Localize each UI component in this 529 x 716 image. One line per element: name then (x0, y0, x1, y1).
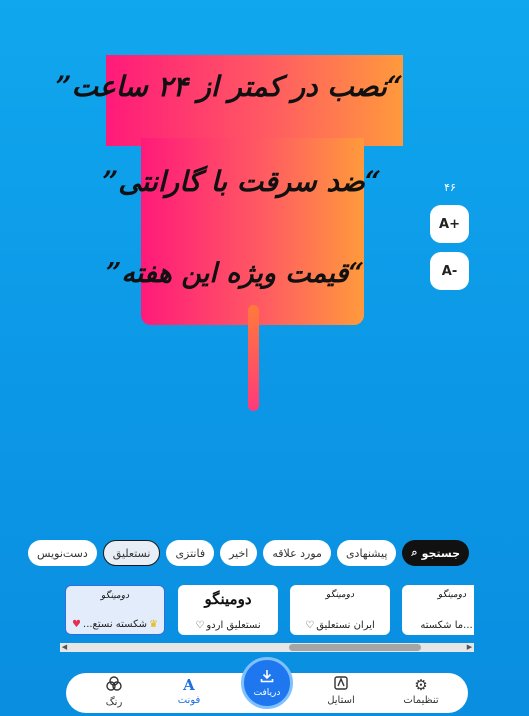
font-card-name: ...ما شکسته (420, 620, 473, 631)
font-card[interactable]: دومینگو ایران نستعلیق ♡ (290, 585, 390, 635)
font-card-sample: دومینگو (437, 590, 467, 600)
nav-style-label: استایل (327, 695, 355, 706)
font-card-sample: دومینگو (100, 591, 130, 601)
style-icon (334, 676, 348, 694)
decrease-size-button[interactable]: A- (430, 252, 469, 290)
category-chips: ⌕ جستجو پیشنهادی مورد علاقه اخیر فانتزی … (28, 540, 469, 566)
scroll-left-arrow-icon[interactable]: ◀ (60, 643, 69, 652)
scroll-thumb[interactable] (289, 644, 421, 651)
font-card-name-row: ♛ شکسته نستع... ♥ (70, 619, 160, 630)
search-icon: ⌕ (411, 546, 418, 559)
chip-recent[interactable]: اخیر (220, 540, 258, 566)
font-card[interactable]: دومینگو ♛ شکسته نستع... ♥ (65, 585, 165, 635)
preview-line-2[interactable]: “ضد سرقت با گارانتی” (102, 165, 381, 198)
chip-suggested[interactable]: پیشنهادی (336, 540, 397, 566)
preview-line-3[interactable]: “قیمت ویژه این هفته” (106, 258, 364, 289)
nav-font[interactable]: A فونت (159, 676, 219, 712)
preview-line-1[interactable]: “نصب در کمتر از ۲۴ ساعت” (56, 70, 404, 103)
heart-filled-icon[interactable]: ♥ (72, 619, 81, 630)
chip-nastaliq[interactable]: نستعلیق (102, 540, 161, 566)
font-card-name-row: نستعلیق اردو ♡ (182, 620, 274, 631)
font-card[interactable]: دومینگو نستعلیق اردو ♡ (178, 585, 278, 635)
download-label: دریافت (253, 687, 281, 698)
nav-settings-label: تنظیمات (403, 695, 439, 706)
download-button[interactable]: دریافت (241, 657, 293, 709)
font-card-name: شکسته نستع... (83, 619, 147, 630)
preview-stick (248, 305, 259, 411)
font-size-value: ۴۶ (444, 181, 456, 194)
font-cards-strip[interactable]: دومینگو ♛ شکسته نستع... ♥ دومینگو نستعلی… (60, 585, 474, 635)
crown-icon: ♛ (148, 619, 158, 630)
nav-style[interactable]: استایل (311, 676, 371, 712)
increase-size-button[interactable]: A+ (430, 205, 469, 243)
font-icon: A (183, 676, 195, 694)
font-card-sample: دومینگو (204, 590, 252, 608)
search-chip-label: جستجو (421, 546, 460, 560)
chip-fantasy[interactable]: فانتزی (166, 540, 215, 566)
nav-color[interactable]: رنگ (84, 676, 144, 712)
font-card[interactable]: دومینگو ♛ ...ما شکسته (402, 585, 474, 635)
nav-settings[interactable]: ⚙ تنظیمات (391, 676, 451, 712)
font-card-sample: دومینگو (325, 590, 355, 600)
chip-handwriting[interactable]: دست‌نویس (28, 540, 97, 566)
chip-favorites[interactable]: مورد علاقه (263, 540, 331, 566)
gear-icon: ⚙ (414, 676, 428, 694)
heart-outline-icon[interactable]: ♡ (305, 620, 314, 631)
scroll-right-arrow-icon[interactable]: ▶ (465, 643, 474, 652)
color-circles-icon (106, 676, 122, 696)
nav-font-label: فونت (177, 695, 201, 706)
font-card-name-row: ایران نستعلیق ♡ (294, 620, 386, 631)
font-card-name: نستعلیق اردو (206, 620, 261, 631)
nav-color-label: رنگ (105, 697, 123, 708)
font-card-name-row: ♛ ...ما شکسته (406, 620, 474, 631)
cards-scrollbar[interactable]: ◀ ▶ (60, 643, 474, 652)
font-card-name: ایران نستعلیق (316, 620, 375, 631)
search-chip[interactable]: ⌕ جستجو (402, 540, 469, 566)
heart-outline-icon[interactable]: ♡ (195, 620, 204, 631)
download-icon (260, 669, 274, 686)
